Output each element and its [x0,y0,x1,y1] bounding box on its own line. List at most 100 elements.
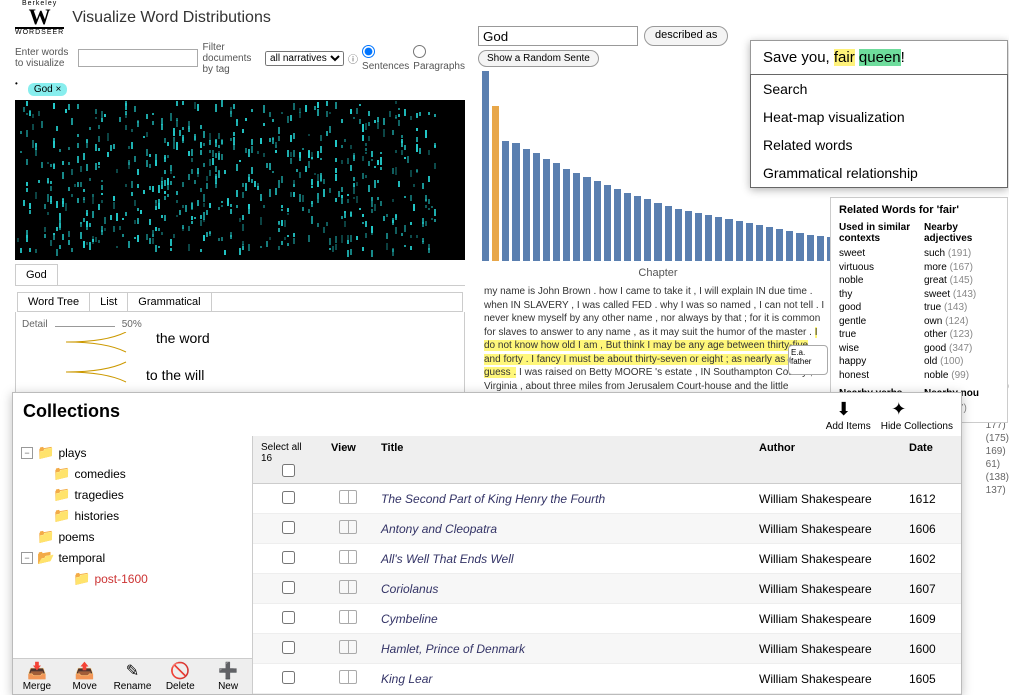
tree-node-comedies[interactable]: 📁comedies [17,463,248,484]
related-word[interactable]: great (145) [924,274,999,288]
related-word[interactable]: old (100) [924,355,999,369]
bar[interactable] [583,177,590,261]
chart-word-input[interactable] [478,26,638,46]
wordtree-branch[interactable]: to the will [146,367,204,383]
view-button[interactable] [323,484,373,513]
bar[interactable] [675,209,682,261]
tree-node-poems[interactable]: 📁poems [17,526,248,547]
related-word[interactable]: good [839,301,914,315]
bar[interactable] [634,196,641,261]
popup-search[interactable]: Search [751,75,1007,103]
bar[interactable] [553,163,560,261]
bar[interactable] [502,141,509,261]
bar[interactable] [614,189,621,261]
subtab-grammatical[interactable]: Grammatical [128,293,211,311]
table-row[interactable]: King LearWilliam Shakespeare1605 [253,664,961,694]
row-title[interactable]: The Second Part of King Henry the Fourth [373,486,751,512]
related-word[interactable]: other (123) [924,328,999,342]
selected-word-fair[interactable]: fair [834,49,855,66]
table-row[interactable]: Antony and CleopatraWilliam Shakespeare1… [253,514,961,544]
related-word[interactable]: true [839,328,914,342]
heatmap-visualization[interactable] [15,100,465,260]
toolbar-move[interactable]: 📤Move [61,659,109,694]
bar[interactable] [736,221,743,261]
bar[interactable] [563,169,570,261]
row-checkbox[interactable] [282,581,295,594]
bar[interactable] [796,233,803,261]
bar[interactable] [482,71,489,261]
bar[interactable] [523,149,530,261]
row-checkbox[interactable] [282,551,295,564]
selected-word-queen[interactable]: queen [859,49,901,66]
add-items-button[interactable]: ⬇Add Items [826,397,871,432]
related-word[interactable]: true (143) [924,301,999,315]
related-word[interactable]: sweet (143) [924,288,999,302]
th-date[interactable]: Date [901,436,961,483]
filter-tag-select[interactable]: all narratives [265,51,344,66]
table-row[interactable]: CoriolanusWilliam Shakespeare1607 [253,574,961,604]
related-word[interactable]: such (191) [924,247,999,261]
popup-heatmap[interactable]: Heat-map visualization [751,103,1007,131]
sentences-radio[interactable]: Sentences [362,45,409,72]
th-view[interactable]: View [323,436,373,483]
bar[interactable] [807,235,814,261]
collapse-icon[interactable]: − [21,552,33,564]
bar[interactable] [766,227,773,261]
table-row[interactable]: CymbelineWilliam Shakespeare1609 [253,604,961,634]
view-button[interactable] [323,574,373,603]
th-author[interactable]: Author [751,436,901,483]
row-title[interactable]: Coriolanus [373,576,751,602]
th-title[interactable]: Title [373,436,751,483]
popup-grammatical[interactable]: Grammatical relationship [751,159,1007,187]
related-word[interactable]: noble [839,274,914,288]
row-title[interactable]: Cymbeline [373,606,751,632]
view-button[interactable] [323,664,373,693]
info-icon[interactable]: ⓘ [348,51,358,66]
related-word[interactable]: own (124) [924,315,999,329]
table-row[interactable]: The Second Part of King Henry the Fourth… [253,484,961,514]
bar[interactable] [665,206,672,261]
wordtree-branch[interactable]: the word [156,330,210,346]
view-button[interactable] [323,604,373,633]
bar[interactable] [786,231,793,261]
enter-words-input[interactable] [78,49,198,67]
hide-collections-button[interactable]: ✦Hide Collections [881,397,953,432]
view-button[interactable] [323,634,373,663]
related-word[interactable]: good (347) [924,342,999,356]
related-word[interactable]: thy [839,288,914,302]
toolbar-rename[interactable]: ✎Rename [109,659,157,694]
table-row[interactable]: All's Well That Ends WellWilliam Shakesp… [253,544,961,574]
row-title[interactable]: All's Well That Ends Well [373,546,751,572]
view-button[interactable] [323,514,373,543]
tab-god[interactable]: God [15,264,58,285]
bar[interactable] [533,153,540,261]
row-title[interactable]: Hamlet, Prince of Denmark [373,636,751,662]
row-checkbox[interactable] [282,641,295,654]
row-checkbox[interactable] [282,491,295,504]
related-word[interactable]: noble (99) [924,369,999,383]
subtab-list[interactable]: List [90,293,128,311]
subtab-word-tree[interactable]: Word Tree [18,293,90,311]
relation-dropdown[interactable]: described as [644,26,728,46]
bar[interactable] [725,219,732,261]
bar[interactable] [695,213,702,261]
bar[interactable] [654,203,661,261]
row-title[interactable]: King Lear [373,666,751,692]
toolbar-new[interactable]: ➕New [204,659,252,694]
related-word[interactable]: sweet [839,247,914,261]
related-word[interactable]: wise [839,342,914,356]
bar[interactable] [644,199,651,261]
bar[interactable] [746,223,753,261]
collapse-icon[interactable]: − [21,447,33,459]
toolbar-delete[interactable]: 🚫Delete [156,659,204,694]
tree-node-temporal[interactable]: −📂temporal [17,547,248,568]
bar[interactable] [543,159,550,261]
tree-node-plays[interactable]: −📁plays [17,442,248,463]
related-word[interactable]: happy [839,355,914,369]
related-word[interactable]: honest [839,369,914,383]
row-checkbox[interactable] [282,611,295,624]
bar[interactable] [492,106,499,261]
view-button[interactable] [323,544,373,573]
bar[interactable] [512,143,519,261]
bar[interactable] [715,217,722,261]
